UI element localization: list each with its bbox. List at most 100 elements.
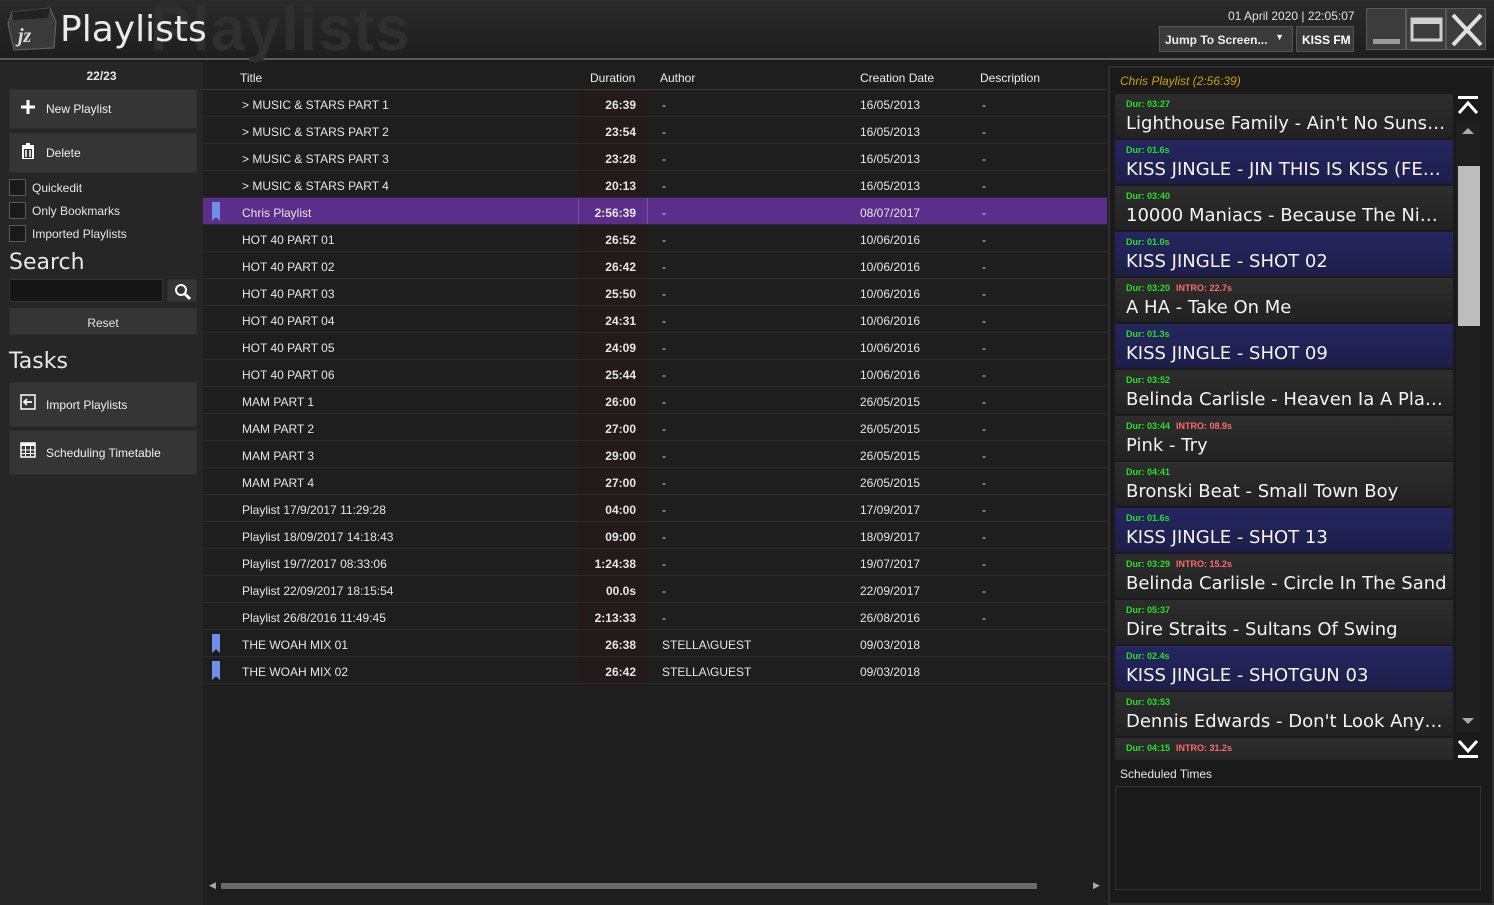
column-header-author[interactable]: Author xyxy=(660,71,695,85)
playlist-count: 22/23 xyxy=(86,69,117,83)
bookmark-icon xyxy=(212,202,220,221)
table-row[interactable]: Playlist 18/09/2017 14:18:43 09:00 - 18/09/… xyxy=(203,522,1107,549)
track-duration: Dur: 05:37 xyxy=(1126,605,1171,615)
cell-title: MAM PART 2 xyxy=(242,422,315,436)
table-row[interactable]: HOT 40 PART 06 25:44 - 10/06/2016 - xyxy=(203,360,1107,387)
cell-title: Playlist 19/7/2017 08:33:06 xyxy=(242,557,387,571)
preview-track-item[interactable]: Dur: 01.0s KISS JINGLE - SHOT 02 xyxy=(1115,232,1453,278)
preview-track-item[interactable]: Dur: 03:40 10000 Maniacs - Because The Ni… xyxy=(1115,186,1453,232)
imported-playlists-checkbox[interactable] xyxy=(9,225,26,242)
vertical-scrollbar[interactable] xyxy=(1455,94,1481,760)
horizontal-scroll-thumb[interactable] xyxy=(221,883,1037,889)
track-meta: Dur: 03:52 xyxy=(1126,375,1176,385)
preview-track-item[interactable]: Dur: 03:44 INTRO: 08.9s Pink - Try xyxy=(1115,416,1453,462)
cell-description: - xyxy=(982,368,986,382)
quickedit-checkbox-row[interactable]: Quickedit xyxy=(9,179,82,196)
table-row[interactable]: HOT 40 PART 03 25:50 - 10/06/2016 - xyxy=(203,279,1107,306)
table-row[interactable]: HOT 40 PART 04 24:31 - 10/06/2016 - xyxy=(203,306,1107,333)
cell-title: HOT 40 PART 03 xyxy=(242,287,335,301)
track-duration: Dur: 04:15 xyxy=(1126,743,1171,753)
track-meta: Dur: 03:27 xyxy=(1126,99,1176,109)
table-row[interactable]: Chris Playlist 2:56:39 - 08/07/2017 - xyxy=(203,198,1107,225)
cell-creation-date: 18/09/2017 xyxy=(860,530,921,544)
preview-track-item[interactable]: Dur: 01.3s KISS JINGLE - SHOT 09 xyxy=(1115,324,1453,370)
table-row[interactable]: MAM PART 1 26:00 - 26/05/2015 - xyxy=(203,387,1107,414)
search-button[interactable] xyxy=(167,279,197,302)
scroll-left-icon[interactable]: ◀ xyxy=(209,880,216,891)
preview-track-item[interactable]: Dur: 05:37 Dire Straits - Sultans Of Swin… xyxy=(1115,600,1453,646)
table-row[interactable]: THE WOAH MIX 02 26:42 STELLA\GUEST 09/03/20… xyxy=(203,657,1107,684)
reset-button[interactable]: Reset xyxy=(9,308,197,335)
track-meta: Dur: 05:37 xyxy=(1126,605,1176,615)
cell-author: - xyxy=(662,557,666,571)
track-duration: Dur: 01.3s xyxy=(1126,329,1170,339)
cell-creation-date: 10/06/2016 xyxy=(860,260,921,274)
import-playlists-button[interactable]: Import Playlists xyxy=(9,382,197,427)
table-row[interactable]: MAM PART 4 27:00 - 26/05/2015 - xyxy=(203,468,1107,495)
scroll-top-icon xyxy=(1457,96,1479,115)
new-playlist-button[interactable]: New Playlist xyxy=(9,89,197,129)
table-row[interactable]: THE WOAH MIX 01 26:38 STELLA\GUEST 09/03/20… xyxy=(203,630,1107,657)
table-row[interactable]: Playlist 22/09/2017 18:15:54 00.0s - 22/09/… xyxy=(203,576,1107,603)
track-meta: Dur: 01.6s xyxy=(1126,513,1176,523)
maximize-button[interactable] xyxy=(1406,8,1446,50)
cell-author: - xyxy=(662,125,666,139)
column-header-title[interactable]: Title xyxy=(240,71,262,85)
cell-description: - xyxy=(982,98,986,112)
preview-track-item[interactable]: Dur: 03:29 INTRO: 15.2s Belinda Carlisle -… xyxy=(1115,554,1453,600)
playlist-preview-panel: Chris Playlist (2:56:39) Dur: 03:27 Light… xyxy=(1108,66,1494,905)
only-bookmarks-checkbox-row[interactable]: Only Bookmarks xyxy=(9,202,120,219)
vertical-scroll-track[interactable] xyxy=(1456,122,1480,732)
table-row[interactable]: > MUSIC & STARS PART 2 23:54 - 16/05/2013 - xyxy=(203,117,1107,144)
column-header-creation-date[interactable]: Creation Date xyxy=(860,71,934,85)
track-duration: Dur: 01.6s xyxy=(1126,145,1170,155)
scheduling-timetable-button[interactable]: Scheduling Timetable xyxy=(9,430,197,475)
vertical-scroll-thumb[interactable] xyxy=(1458,166,1480,326)
column-header-duration[interactable]: Duration xyxy=(590,71,635,85)
jump-to-screen-label: Jump To Screen... xyxy=(1165,33,1268,47)
preview-track-item[interactable]: Dur: 02.4s KISS JINGLE - SHOTGUN 03 xyxy=(1115,646,1453,692)
scroll-to-top-button[interactable] xyxy=(1455,94,1481,118)
table-header: Title Duration Author Creation Date Desc… xyxy=(203,62,1107,90)
preview-track-item[interactable]: Dur: 01.6s KISS JINGLE - SHOT 13 xyxy=(1115,508,1453,554)
preview-track-item[interactable]: Dur: 04:15 INTRO: 31.2s xyxy=(1115,738,1453,760)
preview-track-item[interactable]: Dur: 01.6s KISS JINGLE - JIN THIS IS KISS… xyxy=(1115,140,1453,186)
search-input[interactable] xyxy=(9,279,163,302)
preview-track-item[interactable]: Dur: 03:27 Lighthouse Family - Ain't No S… xyxy=(1115,94,1453,140)
preview-track-item[interactable]: Dur: 03:52 Belinda Carlisle - Heaven Ia A… xyxy=(1115,370,1453,416)
cell-creation-date: 16/05/2013 xyxy=(860,125,921,139)
track-name: KISS JINGLE - SHOTGUN 03 xyxy=(1126,665,1369,686)
table-row[interactable]: Playlist 19/7/2017 08:33:06 1:24:38 - 19/07… xyxy=(203,549,1107,576)
track-duration: Dur: 03:27 xyxy=(1126,99,1171,109)
maximize-icon xyxy=(1410,17,1443,42)
preview-track-item[interactable]: Dur: 03:53 Dennis Edwards - Don't Look An… xyxy=(1115,692,1453,738)
imported-playlists-checkbox-row[interactable]: Imported Playlists xyxy=(9,225,127,242)
close-button[interactable] xyxy=(1446,8,1486,50)
minimize-button[interactable] xyxy=(1366,8,1406,50)
table-row[interactable]: HOT 40 PART 01 26:52 - 10/06/2016 - xyxy=(203,225,1107,252)
table-row[interactable]: MAM PART 3 29:00 - 26/05/2015 - xyxy=(203,441,1107,468)
table-row[interactable]: MAM PART 2 27:00 - 26/05/2015 - xyxy=(203,414,1107,441)
table-row[interactable]: > MUSIC & STARS PART 1 26:39 - 16/05/2013 - xyxy=(203,90,1107,117)
cell-description: - xyxy=(982,206,986,220)
scroll-to-bottom-button[interactable] xyxy=(1455,736,1481,760)
table-row[interactable]: > MUSIC & STARS PART 4 20:13 - 16/05/2013 - xyxy=(203,171,1107,198)
column-header-description[interactable]: Description xyxy=(980,71,1040,85)
track-meta: Dur: 01.3s xyxy=(1126,329,1176,339)
table-row[interactable]: > MUSIC & STARS PART 3 23:28 - 16/05/2013 - xyxy=(203,144,1107,171)
only-bookmarks-checkbox[interactable] xyxy=(9,202,26,219)
delete-button[interactable]: Delete xyxy=(9,133,197,173)
station-button[interactable]: KISS FM xyxy=(1296,26,1354,52)
preview-track-item[interactable]: Dur: 04:41 Bronski Beat - Small Town Boy xyxy=(1115,462,1453,508)
table-row[interactable]: HOT 40 PART 02 26:42 - 10/06/2016 - xyxy=(203,252,1107,279)
table-row[interactable]: HOT 40 PART 05 24:09 - 10/06/2016 - xyxy=(203,333,1107,360)
jump-to-screen-dropdown[interactable]: Jump To Screen... ▼ xyxy=(1159,26,1293,52)
quickedit-checkbox[interactable] xyxy=(9,179,26,196)
table-row[interactable]: Playlist 26/8/2016 11:49:45 2:13:33 - 26/08… xyxy=(203,603,1107,630)
preview-track-item[interactable]: Dur: 03:20 INTRO: 22.7s A HA - Take On Me xyxy=(1115,278,1453,324)
horizontal-scrollbar[interactable]: ◀ ▶ xyxy=(209,880,1101,890)
cell-creation-date: 10/06/2016 xyxy=(860,314,921,328)
scroll-right-icon[interactable]: ▶ xyxy=(1093,880,1100,891)
cell-duration: 1:24:38 xyxy=(594,557,636,571)
table-row[interactable]: Playlist 17/9/2017 11:29:28 04:00 - 17/09/2… xyxy=(203,495,1107,522)
